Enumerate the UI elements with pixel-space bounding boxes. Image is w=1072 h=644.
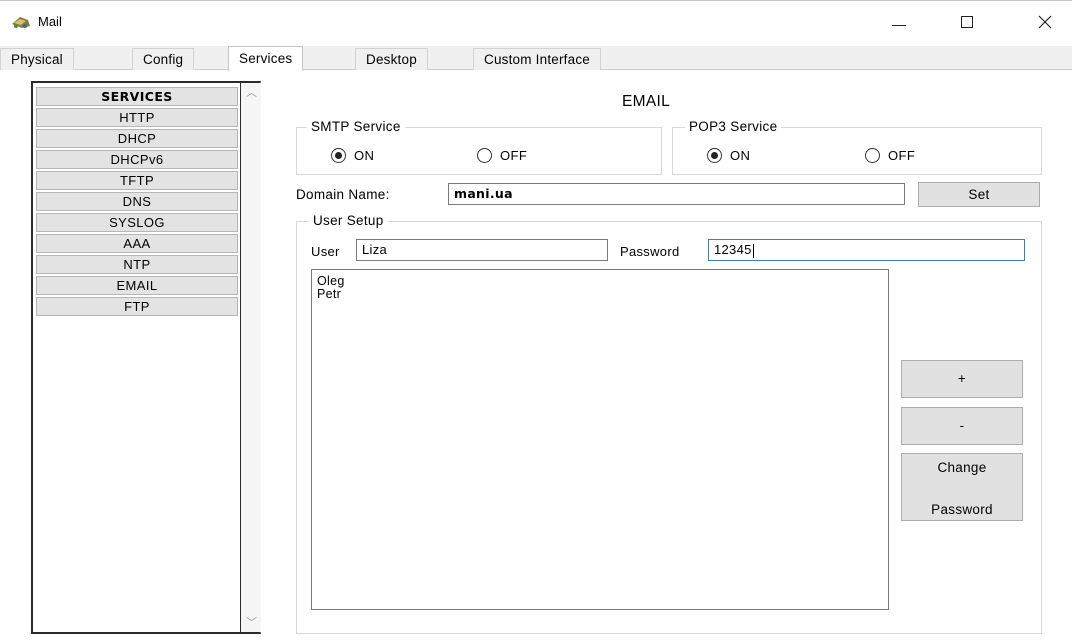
user-setup-legend: User Setup [309, 213, 388, 228]
services-list-panel: SERVICES HTTP DHCP DHCPv6 TFTP DNS SYSLO… [31, 81, 261, 634]
service-item-dns[interactable]: DNS [36, 192, 238, 211]
tab-bar: Physical Config Services Desktop Custom … [0, 46, 1072, 71]
domain-name-label: Domain Name: [296, 187, 390, 202]
scroll-up-icon[interactable]: ︿ [246, 88, 257, 99]
user-label: User [311, 244, 340, 259]
password-input[interactable]: 12345 [708, 239, 1025, 261]
tab-services[interactable]: Services [228, 46, 304, 71]
remove-user-button[interactable]: - [901, 407, 1023, 445]
smtp-on-radio[interactable]: ON [331, 148, 374, 163]
smtp-service-group: SMTP Service ON OFF [296, 119, 662, 175]
radio-selected-icon [331, 148, 346, 163]
tab-config[interactable]: Config [132, 48, 195, 70]
domain-name-input[interactable]: mani.ua [448, 183, 905, 205]
smtp-off-radio[interactable]: OFF [477, 148, 527, 163]
service-item-ftp[interactable]: FTP [36, 297, 238, 316]
services-header: SERVICES [36, 87, 238, 106]
smtp-off-label: OFF [500, 148, 528, 163]
password-label: Password [620, 244, 680, 259]
set-button[interactable]: Set [918, 182, 1040, 207]
minimize-button[interactable] [876, 1, 922, 43]
radio-selected-icon [707, 148, 722, 163]
pop3-on-radio[interactable]: ON [707, 148, 750, 163]
minimize-icon [892, 24, 906, 26]
tab-physical[interactable]: Physical [0, 48, 74, 70]
password-value: 12345 [714, 242, 752, 257]
user-input[interactable]: Liza [356, 239, 608, 261]
pop3-off-label: OFF [888, 148, 916, 163]
email-title: EMAIL [622, 93, 671, 110]
text-caret [752, 243, 754, 258]
change-password-label-line2: Password [931, 502, 993, 517]
services-scrollbar[interactable]: ︿ ﹀ [241, 83, 261, 632]
scroll-down-icon[interactable]: ﹀ [246, 618, 257, 629]
service-item-aaa[interactable]: AAA [36, 234, 238, 253]
add-user-button[interactable]: + [901, 360, 1023, 398]
change-password-button[interactable]: Change Password [901, 453, 1023, 521]
smtp-legend: SMTP Service [307, 119, 405, 134]
radio-unselected-icon [865, 148, 880, 163]
pop3-off-radio[interactable]: OFF [865, 148, 915, 163]
title-bar: Mail [0, 0, 1072, 42]
list-item[interactable]: Oleg [317, 275, 883, 288]
service-item-dhcpv6[interactable]: DHCPv6 [36, 150, 238, 169]
user-list[interactable]: Oleg Petr [311, 269, 889, 610]
services-content: SERVICES HTTP DHCP DHCPv6 TFTP DNS SYSLO… [0, 71, 1072, 644]
service-item-http[interactable]: HTTP [36, 108, 238, 127]
radio-unselected-icon [477, 148, 492, 163]
close-icon [1038, 15, 1052, 29]
change-password-label-line1: Change [937, 460, 987, 475]
app-icon [12, 17, 30, 28]
pop3-legend: POP3 Service [685, 119, 782, 134]
pop3-on-label: ON [730, 148, 751, 163]
close-button[interactable] [1022, 1, 1068, 43]
smtp-on-label: ON [354, 148, 375, 163]
maximize-icon [961, 16, 973, 28]
pop3-service-group: POP3 Service ON OFF [672, 119, 1042, 175]
tab-desktop[interactable]: Desktop [355, 48, 428, 70]
services-list: SERVICES HTTP DHCP DHCPv6 TFTP DNS SYSLO… [36, 87, 238, 318]
window-title: Mail [38, 14, 62, 29]
service-item-tftp[interactable]: TFTP [36, 171, 238, 190]
maximize-button[interactable] [944, 1, 990, 43]
tab-custom-interface[interactable]: Custom Interface [473, 48, 601, 70]
service-item-ntp[interactable]: NTP [36, 255, 238, 274]
service-item-email[interactable]: EMAIL [36, 276, 238, 295]
list-item[interactable]: Petr [317, 288, 883, 301]
service-item-syslog[interactable]: SYSLOG [36, 213, 238, 232]
service-item-dhcp[interactable]: DHCP [36, 129, 238, 148]
